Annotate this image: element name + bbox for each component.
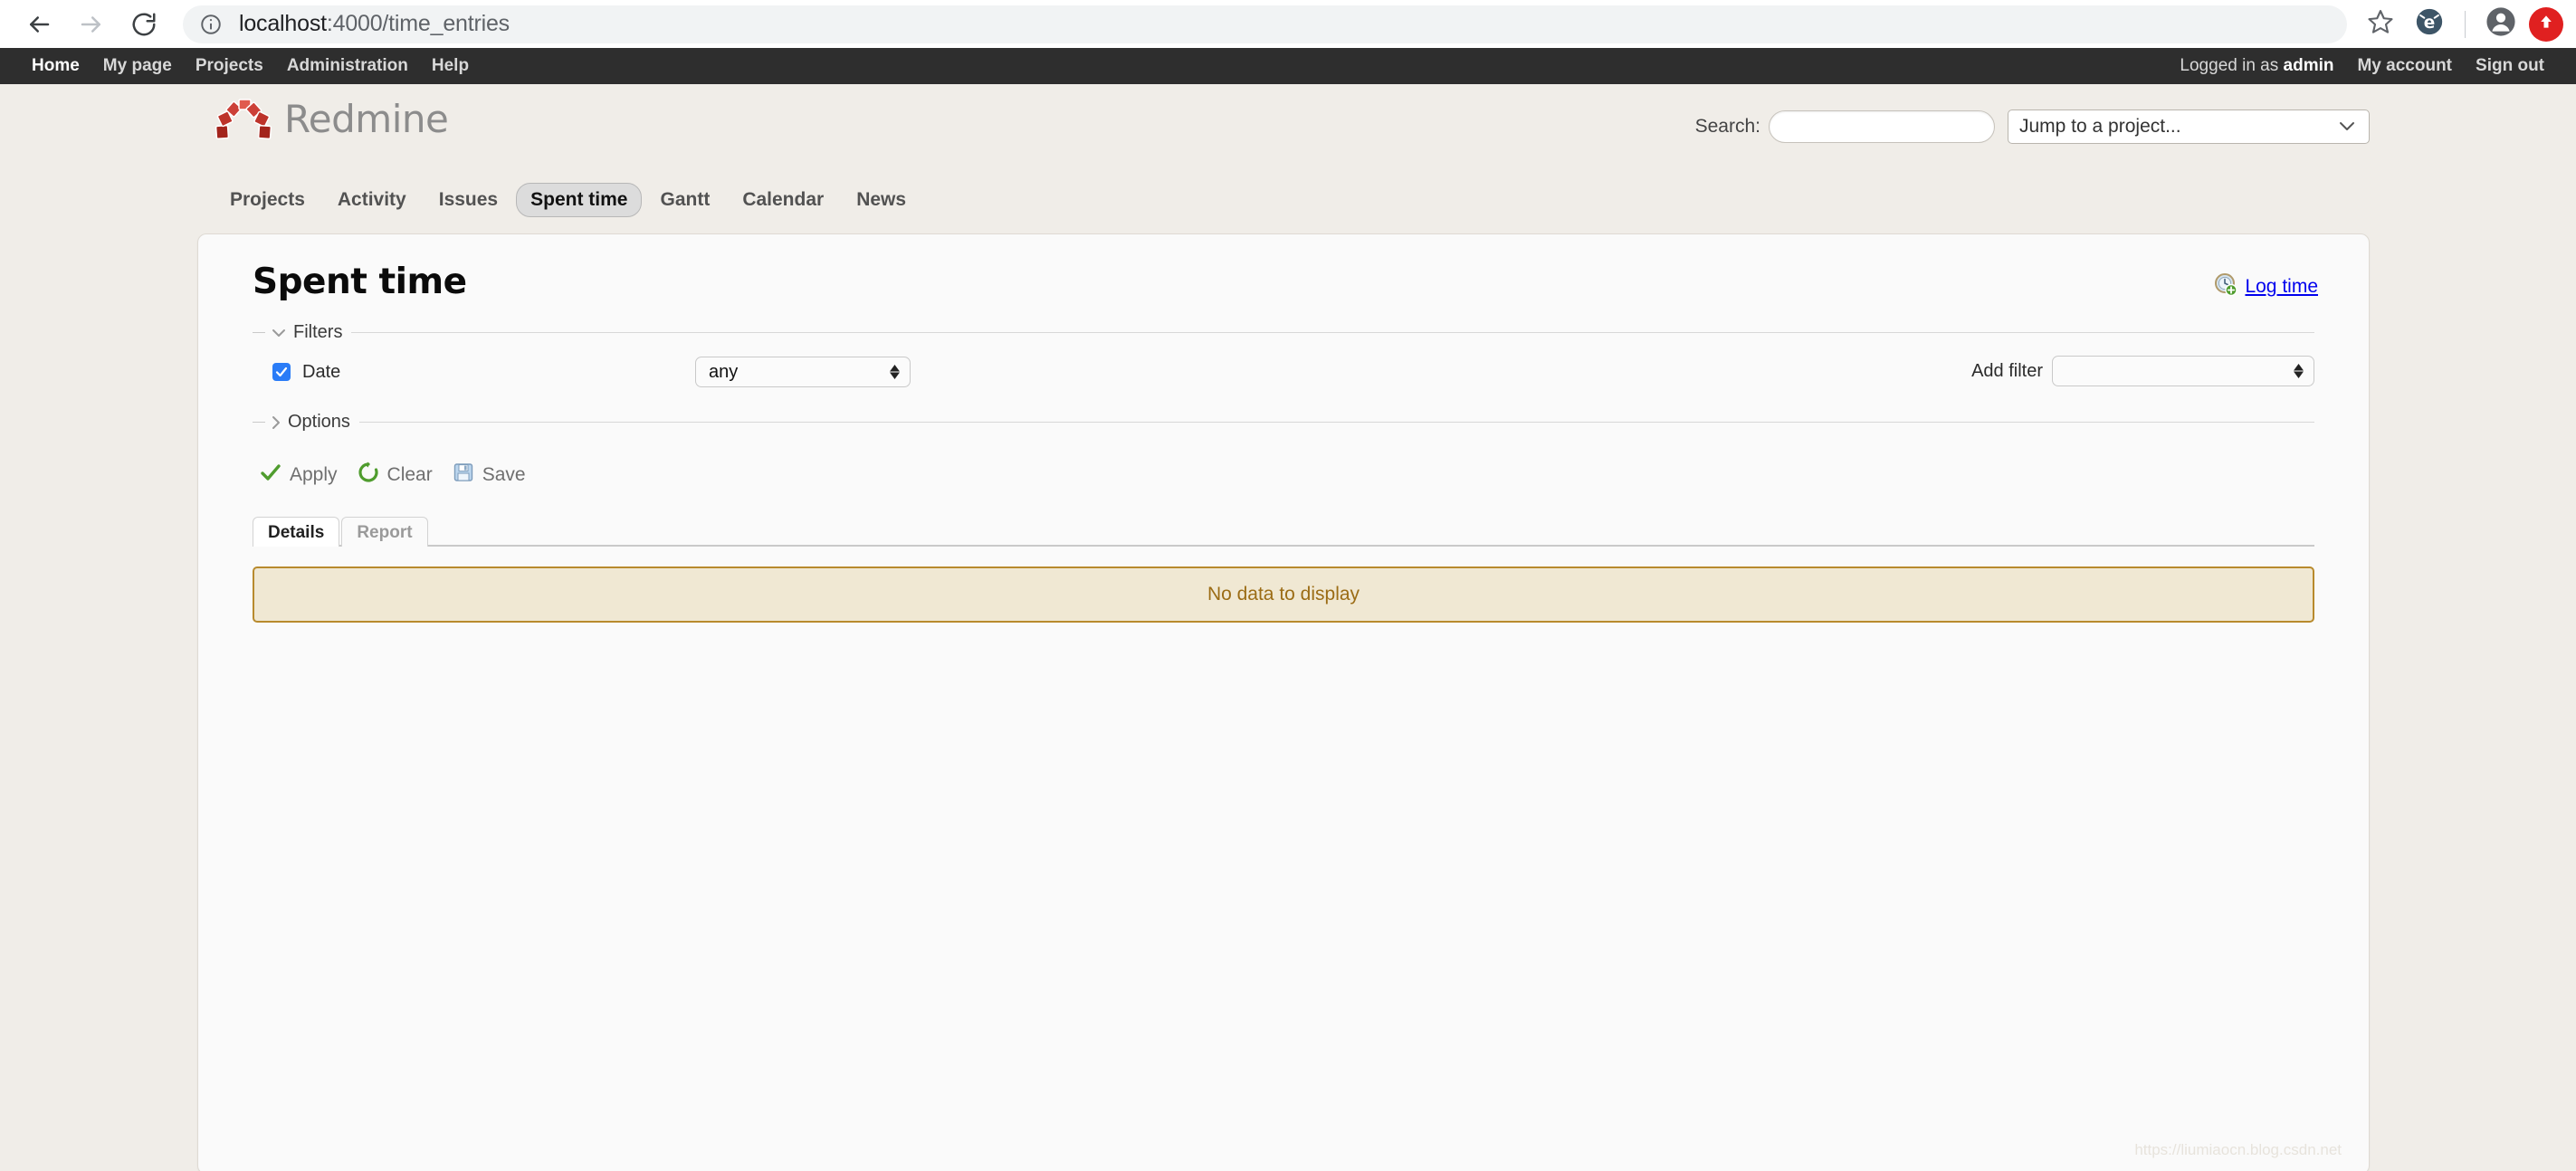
top-menu-item-help[interactable]: Help xyxy=(420,56,481,76)
profile-button[interactable] xyxy=(2476,2,2525,47)
blue-floppy-disk-icon xyxy=(453,462,474,489)
green-check-icon xyxy=(260,462,281,489)
add-filter-label: Add filter xyxy=(1971,361,2043,382)
main-menu-item-news[interactable]: News xyxy=(842,183,921,217)
url-text: localhost:4000/time_entries xyxy=(239,11,510,37)
contextual-actions: Log time xyxy=(2214,272,2318,301)
url-path: :4000/time_entries xyxy=(327,11,510,36)
back-arrow-icon xyxy=(25,11,52,38)
options-legend[interactable]: Options xyxy=(253,412,2314,433)
clock-add-icon xyxy=(2214,272,2237,301)
result-tabs: Details Report xyxy=(253,516,2314,547)
top-menu-item-administration[interactable]: Administration xyxy=(275,56,420,76)
stepper-icon xyxy=(889,365,901,379)
main-menu-item-calendar[interactable]: Calendar xyxy=(728,183,838,217)
project-jump-label: Jump to a project... xyxy=(2019,116,2181,138)
main-menu-item-projects[interactable]: Projects xyxy=(215,183,320,217)
filter-actions: Apply Clear xyxy=(260,462,2314,489)
bookmark-button[interactable] xyxy=(2356,2,2405,47)
legend-rule xyxy=(351,332,2314,333)
stepper-icon xyxy=(2293,364,2304,378)
apply-button[interactable]: Apply xyxy=(260,462,338,489)
profile-avatar-icon xyxy=(2485,6,2516,42)
filter-date-checkbox[interactable] xyxy=(272,363,291,381)
chevron-down-icon xyxy=(2338,116,2356,138)
update-button[interactable] xyxy=(2529,7,2563,42)
extension-button[interactable]: e xyxy=(2405,2,2454,47)
logged-in-username: admin xyxy=(2284,56,2334,75)
filters-fieldset: Filters Date any Ad xyxy=(253,322,2314,388)
site-info-icon[interactable] xyxy=(199,13,223,36)
filter-date-operator-value: any xyxy=(709,362,738,383)
add-filter-select[interactable] xyxy=(2052,356,2314,386)
chevron-right-icon xyxy=(271,414,281,431)
main-menu: Projects Activity Issues Spent time Gant… xyxy=(0,179,2576,221)
options-legend-label: Options xyxy=(288,412,350,433)
svg-text:e: e xyxy=(2424,14,2435,33)
search-area: Search: Jump to a project... xyxy=(1695,109,2370,144)
legend-dash xyxy=(253,422,265,423)
clear-label: Clear xyxy=(387,464,433,486)
reload-icon xyxy=(130,11,157,38)
save-button[interactable]: Save xyxy=(453,462,526,489)
url-host: localhost xyxy=(239,11,327,36)
add-filter-area: Add filter xyxy=(1971,356,2314,386)
tab-details[interactable]: Details xyxy=(253,517,339,547)
project-jump-select[interactable]: Jump to a project... xyxy=(2008,109,2370,144)
logged-in-prefix: Logged in as xyxy=(2180,56,2278,75)
top-menu: Home My page Projects Administration Hel… xyxy=(0,48,2576,84)
tab-report[interactable]: Report xyxy=(341,517,427,547)
search-input[interactable] xyxy=(1769,110,1995,143)
tabs-underline xyxy=(253,545,2314,547)
reload-button[interactable] xyxy=(118,2,170,47)
filters-legend-label: Filters xyxy=(293,322,342,343)
filter-row-date: Date any Add filter xyxy=(253,356,2314,388)
legend-dash xyxy=(253,332,265,333)
main-menu-item-gantt[interactable]: Gantt xyxy=(645,183,724,217)
save-label: Save xyxy=(482,464,526,486)
redmine-arch-logo xyxy=(215,99,272,140)
clear-button[interactable]: Clear xyxy=(358,462,433,489)
content-panel: Spent time Log time xyxy=(197,233,2370,1171)
main-menu-item-issues[interactable]: Issues xyxy=(425,183,512,217)
filters-legend[interactable]: Filters xyxy=(253,322,2314,343)
back-button[interactable] xyxy=(13,2,65,47)
log-time-link[interactable]: Log time xyxy=(2245,276,2318,298)
forward-arrow-icon xyxy=(78,11,105,38)
search-label: Search: xyxy=(1695,116,1760,138)
page-body: Redmine Search: Jump to a project... Pro… xyxy=(0,84,2576,1171)
forward-button[interactable] xyxy=(65,2,118,47)
top-menu-item-home[interactable]: Home xyxy=(20,56,91,76)
filter-date-operator-select[interactable]: any xyxy=(695,357,911,387)
apply-label: Apply xyxy=(290,464,338,486)
watermark: https://liumiaocn.blog.csdn.net xyxy=(2134,1141,2342,1159)
extension-icon: e xyxy=(2414,6,2445,42)
no-data-message: No data to display xyxy=(253,566,2314,623)
options-fieldset: Options xyxy=(253,412,2314,433)
legend-rule xyxy=(359,422,2314,423)
address-bar[interactable]: localhost:4000/time_entries xyxy=(183,5,2347,43)
app-title: Redmine xyxy=(284,97,448,141)
my-account-link[interactable]: My account xyxy=(2345,56,2464,76)
browser-actions: e xyxy=(2356,2,2563,47)
app-header: Redmine Search: Jump to a project... xyxy=(0,84,2576,179)
main-menu-item-activity[interactable]: Activity xyxy=(323,183,421,217)
sign-out-link[interactable]: Sign out xyxy=(2464,56,2556,76)
page-title: Spent time xyxy=(253,262,2314,302)
browser-toolbar: localhost:4000/time_entries e xyxy=(0,0,2576,48)
top-menu-item-my-page[interactable]: My page xyxy=(91,56,184,76)
chevron-down-icon xyxy=(271,328,287,338)
logged-in-status: Logged in as admin xyxy=(2168,56,2345,76)
green-reload-icon xyxy=(358,462,379,489)
filter-date-label: Date xyxy=(302,362,664,383)
update-arrow-icon xyxy=(2537,13,2555,35)
star-icon xyxy=(2367,8,2394,40)
main-menu-item-spent-time[interactable]: Spent time xyxy=(516,183,642,217)
toolbar-divider xyxy=(2465,11,2466,38)
top-menu-item-projects[interactable]: Projects xyxy=(184,56,275,76)
